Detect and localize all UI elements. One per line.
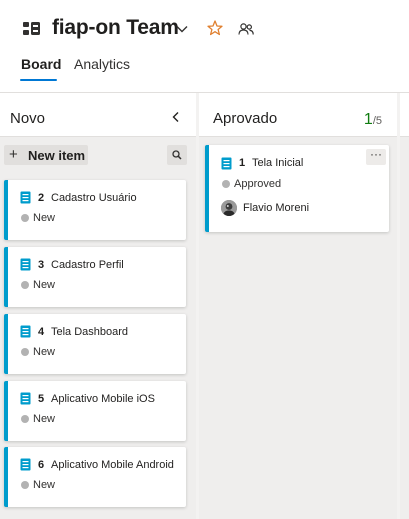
state-dot-icon [21,481,29,489]
star-icon[interactable] [206,19,224,37]
work-item-card[interactable]: 3 Cadastro Perfil New [4,247,186,307]
state-label: Approved [234,178,282,190]
wip-limit: /5 [372,115,382,127]
state-label: New [33,279,56,291]
page-header: fiap-on Team Board Analytics [0,0,409,90]
column-header-partial [400,93,409,137]
state-dot-icon [21,415,29,423]
state-dot-icon [222,180,230,188]
work-item-id: 2 [38,192,45,204]
active-tab-indicator [20,79,57,81]
kanban-board: Novo + New item 2 Cadastro Usuário New 3… [0,92,409,519]
work-item-title[interactable]: Aplicativo Mobile iOS [51,393,155,405]
work-item-card[interactable]: 2 Cadastro Usuário New [4,180,186,240]
work-item-id: 3 [38,259,45,271]
state-label: New [33,413,56,425]
product-backlog-item-icon [20,258,31,271]
column-header-aprovado: Aprovado 1/5 [199,93,397,137]
work-item-title[interactable]: Tela Dashboard [51,326,128,338]
new-item-row: + New item [4,145,187,165]
work-item-card[interactable]: 1 Tela Inicial ··· Approved Flavio Moren… [205,145,389,232]
search-button[interactable] [167,145,187,165]
product-backlog-item-icon [20,392,31,405]
tab-analytics[interactable]: Analytics [74,56,130,72]
chevron-down-icon[interactable] [174,21,190,37]
wip-limit-indicator: 1/5 [364,111,382,129]
collapse-chevron-icon[interactable] [170,110,182,124]
work-item-card[interactable]: 5 Aplicativo Mobile iOS New [4,381,186,441]
work-item-title[interactable]: Aplicativo Mobile Android [51,459,174,471]
team-icon [23,22,40,35]
new-item-button[interactable]: + New item [4,145,88,165]
product-backlog-item-icon [20,191,31,204]
column-novo: Novo + New item 2 Cadastro Usuário New 3… [0,93,196,519]
state-dot-icon [21,348,29,356]
state-label: New [33,479,56,491]
product-backlog-item-icon [20,458,31,471]
new-item-label: New item [28,148,86,163]
work-item-title[interactable]: Tela Inicial [252,157,303,169]
tab-board[interactable]: Board [21,56,61,72]
work-item-title[interactable]: Cadastro Perfil [51,259,124,271]
work-item-id: 4 [38,326,45,338]
team-title[interactable]: fiap-on Team [52,16,179,40]
plus-icon: + [9,146,18,163]
search-icon [172,150,182,160]
work-item-id: 1 [239,157,246,169]
column-aprovado: Aprovado 1/5 1 Tela Inicial ··· Approved [199,93,397,519]
team-members-icon[interactable] [237,20,255,38]
product-backlog-item-icon [20,325,31,338]
state-dot-icon [21,214,29,222]
wip-count: 1 [363,111,373,128]
assignee-name: Flavio Moreni [243,202,310,214]
work-item-title[interactable]: Cadastro Usuário [51,192,137,204]
column-title: Novo [10,110,46,127]
column-next-partial [400,93,409,519]
work-item-card[interactable]: 6 Aplicativo Mobile Android New [4,447,186,507]
state-dot-icon [21,281,29,289]
state-label: New [33,346,56,358]
column-title: Aprovado [213,110,278,127]
state-label: New [33,212,56,224]
work-item-id: 5 [38,393,45,405]
avatar [221,200,237,216]
more-actions-button[interactable]: ··· [366,148,386,165]
column-header-novo: Novo [0,93,196,137]
work-item-id: 6 [38,459,45,471]
product-backlog-item-icon [221,157,232,170]
work-item-card[interactable]: 4 Tela Dashboard New [4,314,186,374]
